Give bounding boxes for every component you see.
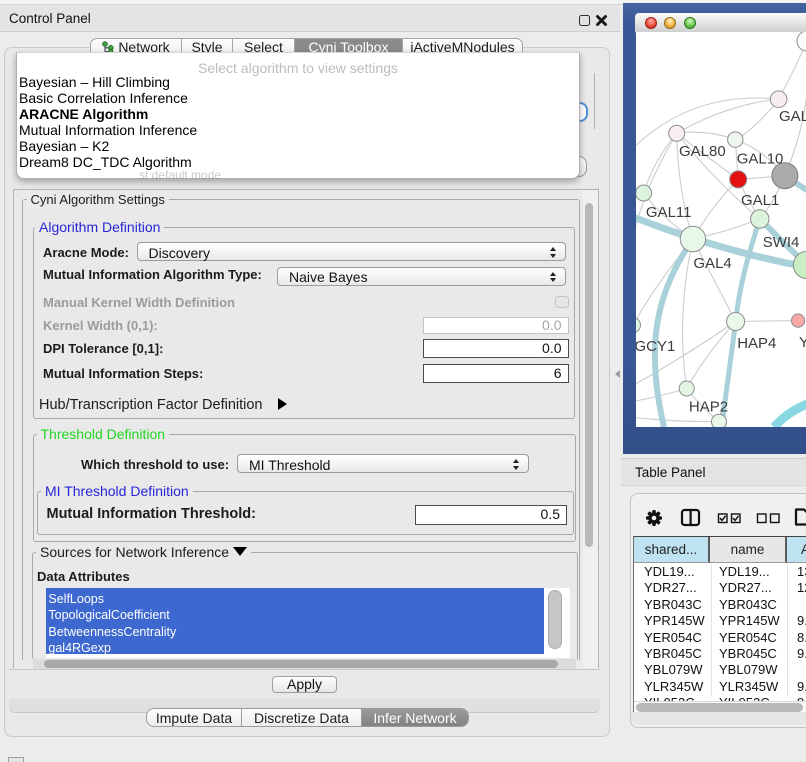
svg-text:GAL7: GAL7 [779,108,806,125]
svg-text:GAL4: GAL4 [693,255,731,272]
svg-text:Y: Y [799,334,806,351]
svg-text:HAP2: HAP2 [689,399,728,416]
svg-text:GAL10: GAL10 [737,151,784,168]
svg-text:SWI4: SWI4 [763,234,800,251]
svg-text:GAL80: GAL80 [679,143,726,160]
svg-text:GAL1: GAL1 [741,192,779,209]
svg-text:HAP4: HAP4 [737,335,776,352]
svg-text:GCY1: GCY1 [636,338,675,355]
svg-text:GAL11: GAL11 [646,204,692,221]
